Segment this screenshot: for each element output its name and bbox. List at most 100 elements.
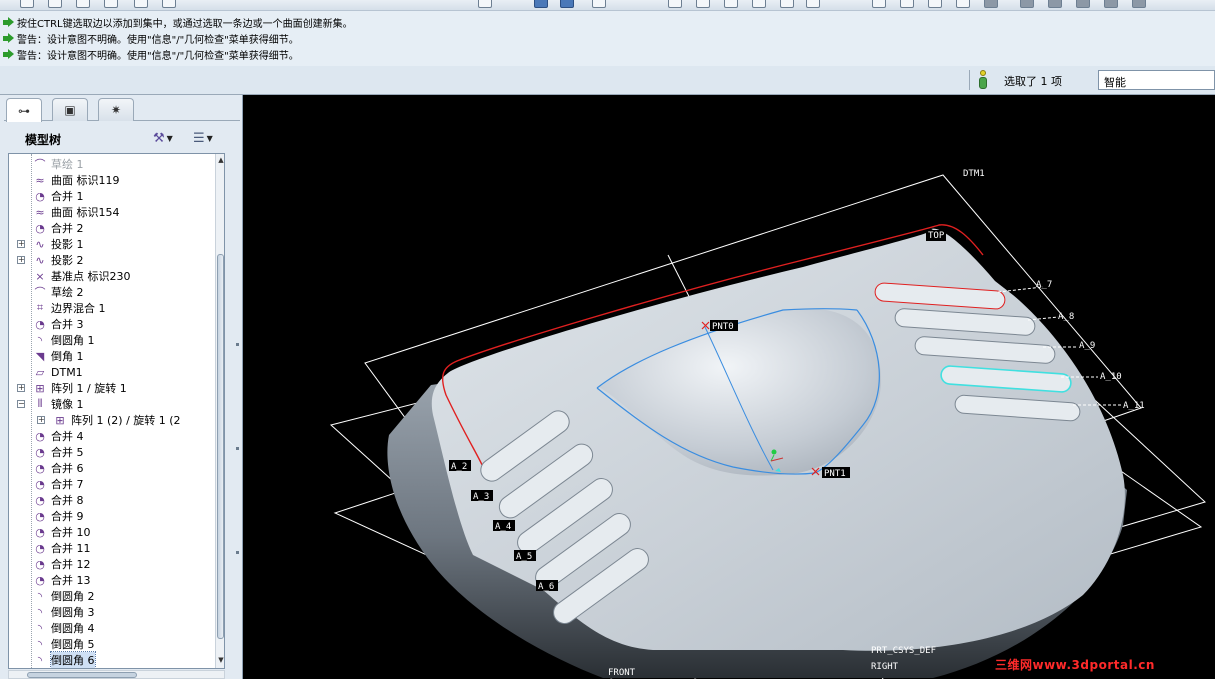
tree-item[interactable]: ◔ 合并 5: [9, 444, 209, 460]
tree-item[interactable]: ◔ 合并 8: [9, 492, 209, 508]
tree-item[interactable]: ◥ 倒角 1: [9, 348, 209, 364]
selection-filter[interactable]: 智能: [1098, 70, 1215, 90]
tree-item[interactable]: ◔ 合并 7: [9, 476, 209, 492]
graphics-window[interactable]: DTM1 TOP FRONT RIGHT PRT_CSYS_DEF PNT0 P…: [243, 95, 1215, 679]
expand-icon[interactable]: +: [17, 256, 25, 264]
scroll-thumb[interactable]: [217, 254, 224, 639]
tab-model-tree[interactable]: ⊶: [6, 98, 42, 122]
layers-icon[interactable]: [780, 0, 794, 8]
datum-axis-display-icon[interactable]: [1048, 0, 1062, 8]
chevron-down-icon: ▼: [166, 133, 173, 143]
tree-item[interactable]: ⌒ 草绘 1: [9, 156, 209, 172]
open-icon[interactable]: [48, 0, 62, 8]
shading-icon[interactable]: [956, 0, 970, 8]
regenerate-icon[interactable]: [134, 0, 148, 8]
scroll-up-icon[interactable]: ▲: [217, 156, 224, 166]
tree-item[interactable]: ◝ 倒圆角 5: [9, 636, 209, 652]
scroll-thumb[interactable]: [27, 672, 137, 678]
tree-item[interactable]: ◔ 合并 2: [9, 220, 209, 236]
expand-icon[interactable]: +: [17, 384, 25, 392]
tree-item[interactable]: ◝ 倒圆角 4: [9, 620, 209, 636]
tree-item[interactable]: ◔ 合并 9: [9, 508, 209, 524]
new-icon[interactable]: [20, 0, 34, 8]
tree-item[interactable]: ◔ 合并 11: [9, 540, 209, 556]
merge-icon: ◔: [35, 573, 45, 587]
enhanced-realism-icon[interactable]: [984, 0, 998, 8]
tree-show-button[interactable]: ☰ ▼: [193, 128, 223, 148]
tree-item[interactable]: ≈ 曲面 标识154: [9, 204, 209, 220]
merge-icon: ◔: [35, 317, 45, 331]
message-arrow-icon: [3, 16, 14, 28]
tree-vertical-scrollbar[interactable]: ▲ ▼: [215, 154, 224, 668]
tree-item-label: 合并 1: [51, 190, 84, 203]
tree-item-label: 合并 11: [51, 542, 91, 555]
tree-item[interactable]: ◔ 合并 6: [9, 460, 209, 476]
tree-item-label: 倒角 1: [51, 350, 84, 363]
tree-item[interactable]: + ⊞ 阵列 1 / 旋转 1: [9, 380, 209, 396]
tree-item[interactable]: ◔ 合并 3: [9, 316, 209, 332]
no-hidden-icon[interactable]: [928, 0, 942, 8]
undo-icon[interactable]: [162, 0, 176, 8]
zoom-in-icon[interactable]: [668, 0, 682, 8]
tree-item[interactable]: × 基准点 标识230: [9, 268, 209, 284]
tree-item[interactable]: ◝ 倒圆角 2: [9, 588, 209, 604]
axis-label-a5: A_5: [516, 552, 532, 562]
collapse-icon[interactable]: −: [17, 400, 25, 408]
tree-horizontal-scrollbar[interactable]: [8, 670, 225, 679]
tree-item[interactable]: ◝ 倒圆角 3: [9, 604, 209, 620]
merge-icon: ◔: [35, 509, 45, 523]
axis-label-a11: A_11: [1123, 401, 1145, 411]
tree-item[interactable]: ◔ 合并 10: [9, 524, 209, 540]
wireframe-icon[interactable]: [872, 0, 886, 8]
annotation-display-icon[interactable]: [1132, 0, 1146, 8]
tree-item-label: 倒圆角 2: [51, 590, 95, 603]
tree-item[interactable]: ◔ 合并 4: [9, 428, 209, 444]
hidden-line-icon[interactable]: [900, 0, 914, 8]
expand-icon[interactable]: +: [17, 240, 25, 248]
tree-item-label: 边界混合 1: [51, 302, 106, 315]
tree-item[interactable]: + ∿ 投影 1: [9, 236, 209, 252]
zoom-out-icon[interactable]: [696, 0, 710, 8]
tree-header: 模型树 ⚒ ▼ ☰ ▼: [0, 125, 243, 151]
merge-icon: ◔: [35, 429, 45, 443]
saved-view-icon[interactable]: [752, 0, 766, 8]
tree-item[interactable]: + ∿ 投影 2: [9, 252, 209, 268]
tree-item[interactable]: ◝ 倒圆角 6: [9, 651, 209, 668]
tree-item[interactable]: ⌒ 草绘 2: [9, 284, 209, 300]
tree-item[interactable]: ⌗ 边界混合 1: [9, 300, 209, 316]
tree-item-label: 曲面 标识154: [51, 206, 120, 219]
datum-plane-display-icon[interactable]: [1020, 0, 1034, 8]
round-icon: ◝: [37, 589, 43, 603]
tree-item[interactable]: − ⫴ 镜像 1: [9, 396, 209, 412]
tree-item[interactable]: ◔ 合并 12: [9, 556, 209, 572]
tree-settings-button[interactable]: ⚒ ▼: [153, 128, 183, 148]
model-view[interactable]: DTM1 TOP FRONT RIGHT PRT_CSYS_DEF PNT0 P…: [243, 95, 1215, 679]
scroll-down-icon[interactable]: ▼: [217, 656, 224, 666]
expand-icon[interactable]: +: [37, 416, 45, 424]
tree-item[interactable]: + ⊞ 阵列 1 (2) / 旋转 1 (2: [9, 412, 209, 428]
tree-item[interactable]: ◝ 倒圆角 1: [9, 332, 209, 348]
tree-item-label: 倒圆角 5: [51, 638, 95, 651]
axis-label-a10: A_10: [1100, 372, 1122, 382]
window-icon[interactable]: [478, 0, 492, 8]
orient-icon[interactable]: [560, 0, 574, 8]
save-icon[interactable]: [76, 0, 90, 8]
print-icon[interactable]: [104, 0, 118, 8]
tree-item[interactable]: ▱ DTM1: [9, 364, 209, 380]
tab-favorites[interactable]: ✷: [98, 98, 134, 121]
refit-icon[interactable]: [724, 0, 738, 8]
csys-display-icon[interactable]: [1104, 0, 1118, 8]
tree-item[interactable]: ◔ 合并 13: [9, 572, 209, 588]
message-arrow-icon: [3, 48, 14, 60]
axis-label-a7: A_7: [1036, 280, 1052, 290]
watermark: 三维网www.3dportal.cn: [995, 658, 1155, 672]
tree-item-label: DTM1: [51, 365, 83, 379]
tree-item[interactable]: ≈ 曲面 标识119: [9, 172, 209, 188]
panel-sash[interactable]: [234, 295, 242, 605]
repaint-icon[interactable]: [534, 0, 548, 8]
spin-center-icon[interactable]: [592, 0, 606, 8]
tab-folder-browser[interactable]: ▣: [52, 98, 88, 121]
datum-point-display-icon[interactable]: [1076, 0, 1090, 8]
view-manager-icon[interactable]: [806, 0, 820, 8]
tree-item[interactable]: ◔ 合并 1: [9, 188, 209, 204]
